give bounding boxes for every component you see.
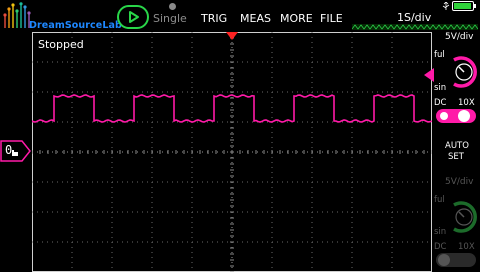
ch1-enable-toggle[interactable] [436,109,476,123]
ch1-ful-label: ful [434,50,445,60]
brand-name: DreamSourceLab [29,20,122,31]
ch2-volts-div[interactable]: 5V/div [445,177,473,187]
single-indicator [169,3,176,10]
auto-set-line2[interactable]: SET [448,152,464,162]
acquisition-status: Stopped [38,38,84,51]
more-menu[interactable]: MORE [280,12,313,25]
ch2-vdiv-knob[interactable] [446,199,478,235]
ch2-ful-label: ful [434,195,445,205]
trig-menu[interactable]: TRIG [201,12,227,25]
memory-overview-strip[interactable] [352,24,478,30]
usb-icon [442,2,450,10]
ch2-probe[interactable]: 10X [458,242,475,252]
channel-panel: 5V/div ful sin DC 10X AUTO SET 5V/div fu… [432,32,480,272]
ch1-volts-div[interactable]: 5V/div [445,32,473,42]
file-menu[interactable]: FILE [320,12,343,25]
top-bar: DreamSourceLab Single TRIG MEAS MORE FIL… [0,0,480,32]
battery-icon [452,1,476,11]
ch1-coupling[interactable]: DC [434,98,446,108]
run-button[interactable] [117,5,149,29]
ch2-sin-label: sin [434,227,447,237]
ch1-probe[interactable]: 10X [458,98,475,108]
meas-menu[interactable]: MEAS [240,12,271,25]
waveform-display[interactable] [32,32,432,272]
ch2-enable-toggle[interactable] [436,253,476,267]
ch1-offset-label: 0 [5,143,13,157]
play-icon [129,11,139,23]
ch2-coupling[interactable]: DC [434,242,446,252]
auto-set-line1[interactable]: AUTO [445,141,469,151]
single-button[interactable]: Single [153,12,187,25]
ch1-vdiv-knob[interactable] [446,54,478,90]
ch1-sin-label: sin [434,83,447,93]
timebase-readout[interactable]: 1S/div [397,11,431,24]
